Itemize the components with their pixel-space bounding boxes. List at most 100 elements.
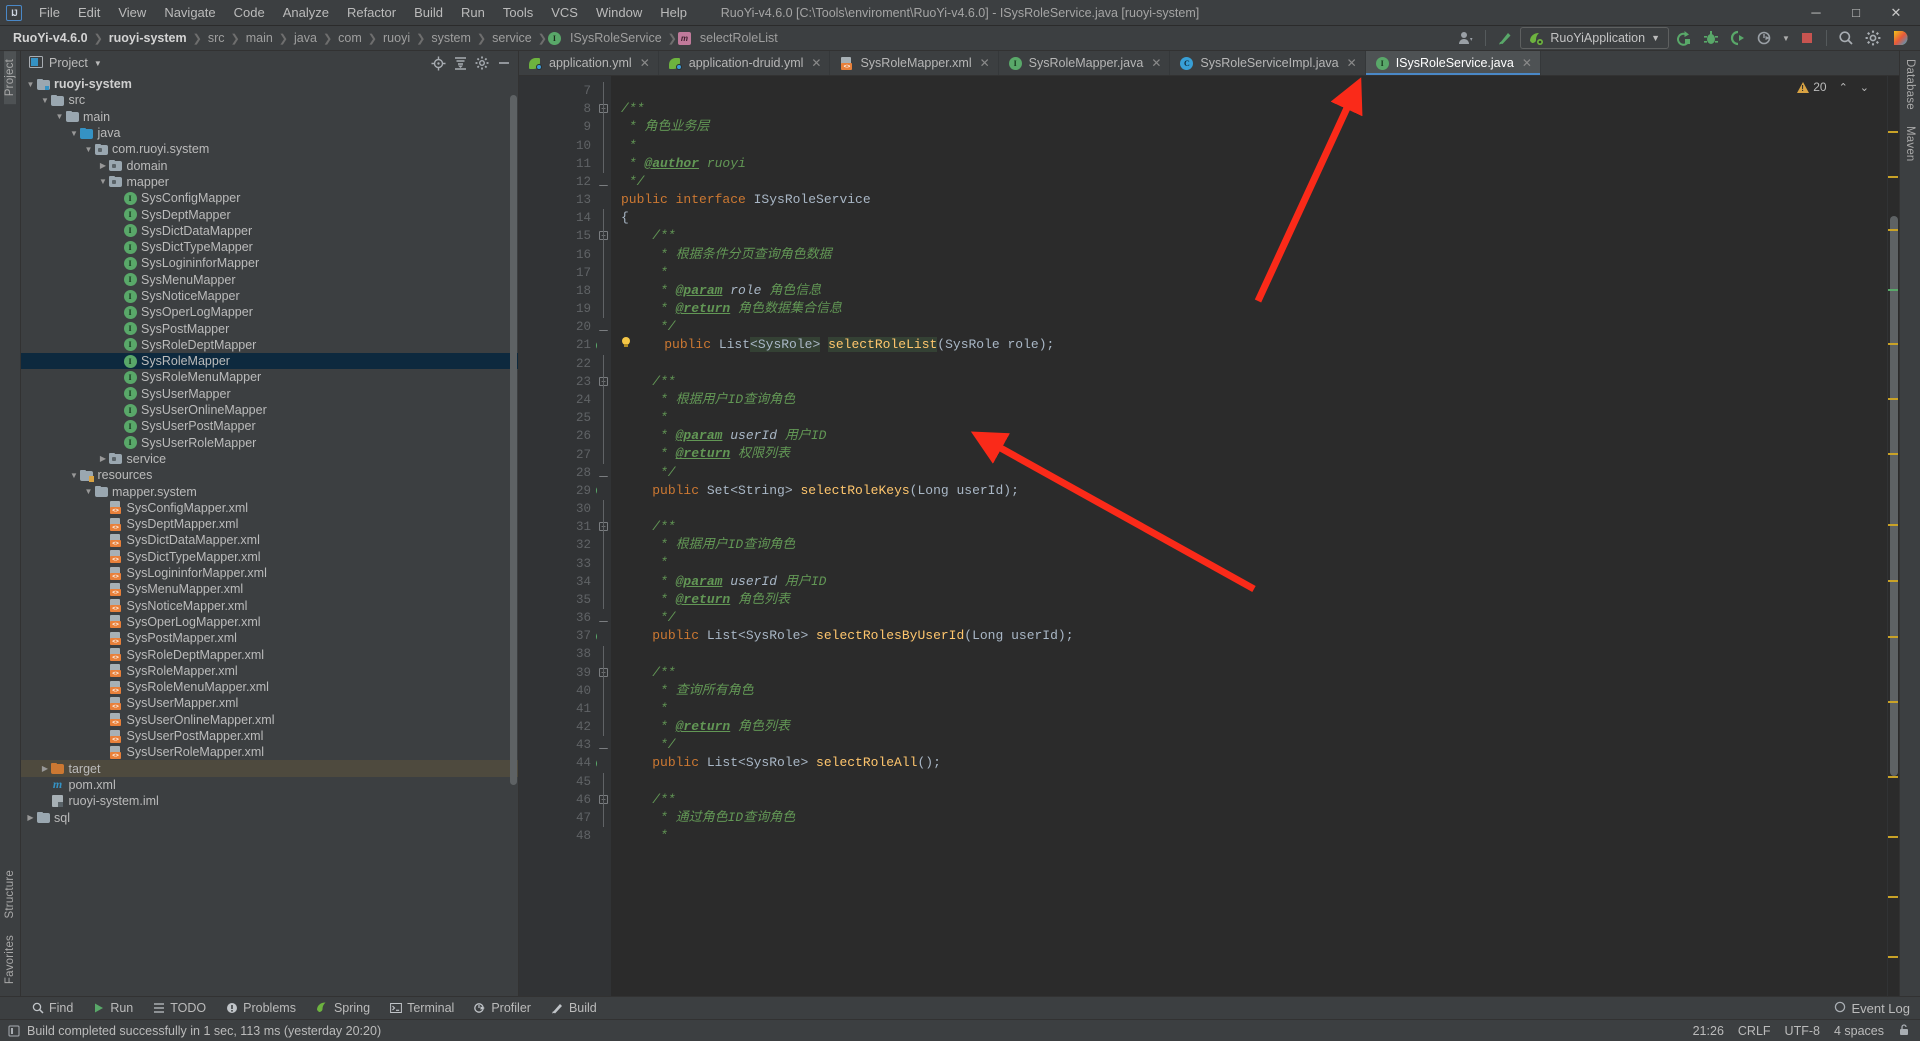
tool-window-button-problems[interactable]: Problems — [216, 999, 306, 1017]
breadcrumb-item-ruoyi[interactable]: ruoyi — [378, 29, 415, 47]
gutter-line[interactable]: 27 — [519, 445, 597, 463]
project-scrollbar[interactable] — [510, 95, 517, 785]
tool-window-button-todo[interactable]: TODO — [143, 999, 216, 1017]
chevron-down-icon[interactable]: ▼ — [69, 471, 80, 480]
menu-item-tools[interactable]: Tools — [494, 2, 542, 23]
tree-node[interactable]: I SysUserPostMapper — [21, 418, 518, 434]
gutter-line[interactable]: 8 — [519, 100, 597, 118]
tree-node[interactable]: ▼ ruoyi-system — [21, 76, 518, 92]
chevron-down-icon[interactable]: ▼ — [69, 129, 80, 138]
run-coverage-icon[interactable] — [1726, 27, 1750, 49]
gutter-line[interactable]: 26 — [519, 427, 597, 445]
tree-node[interactable]: I SysConfigMapper — [21, 190, 518, 206]
rail-button-structure[interactable]: Structure — [4, 862, 16, 926]
code-line[interactable]: /** — [621, 373, 1887, 391]
chevron-right-icon[interactable]: ▶ — [98, 161, 109, 170]
breadcrumb-item-ruoyi-v4-6-0[interactable]: RuoYi-v4.6.0 — [8, 29, 93, 47]
code-line[interactable]: */ — [621, 464, 1887, 482]
tree-node[interactable]: I SysDeptMapper — [21, 206, 518, 222]
tree-node[interactable]: ▶ service — [21, 451, 518, 467]
editor-tab-sysrolemapper-java[interactable]: I SysRoleMapper.java ✕ — [999, 51, 1171, 75]
gutter-line[interactable]: 38 — [519, 645, 597, 663]
chevron-down-icon[interactable]: ▼ — [25, 80, 36, 89]
line-separator[interactable]: CRLF — [1738, 1024, 1771, 1038]
tree-node[interactable]: I SysPostMapper — [21, 320, 518, 336]
code-line[interactable]: */ — [621, 609, 1887, 627]
code-line[interactable]: * 根据用户ID查询角色 — [621, 536, 1887, 554]
maximize-button[interactable]: □ — [1836, 0, 1876, 25]
close-tab-icon[interactable]: ✕ — [640, 56, 650, 70]
collapse-all-icon[interactable] — [450, 53, 470, 73]
code-line[interactable]: * @return 角色列表 — [621, 591, 1887, 609]
fold-end-icon[interactable] — [599, 468, 608, 477]
breadcrumb-item-main[interactable]: main — [241, 29, 278, 47]
inspection-widget[interactable]: 20 ⌃ ⌄ — [1797, 80, 1869, 94]
gutter-line[interactable]: 36 — [519, 609, 597, 627]
locate-file-icon[interactable] — [428, 53, 448, 73]
code-line[interactable]: * @author ruoyi — [621, 155, 1887, 173]
menu-item-run[interactable]: Run — [452, 2, 494, 23]
code-line[interactable]: * @return 角色列表 — [621, 718, 1887, 736]
gutter-line[interactable]: 33 — [519, 554, 597, 572]
tree-node[interactable]: m pom.xml — [21, 777, 518, 793]
editor-tab-sysrolemapper-xml[interactable]: <> SysRoleMapper.xml ✕ — [830, 51, 999, 75]
code-line[interactable]: public List<SysRole> selectRoleList(SysR… — [621, 336, 1887, 354]
code-line[interactable]: * 根据条件分页查询角色数据 — [621, 246, 1887, 264]
ide-badge-icon[interactable] — [1888, 27, 1912, 49]
code-line[interactable]: /** — [621, 100, 1887, 118]
editor-tab-application-yml[interactable]: application.yml ✕ — [519, 51, 659, 75]
code-line[interactable] — [621, 82, 1887, 100]
code-line[interactable]: /** — [621, 518, 1887, 536]
code-line[interactable]: * @return 权限列表 — [621, 445, 1887, 463]
minimize-button[interactable]: ─ — [1796, 0, 1836, 25]
debug-icon[interactable] — [1699, 27, 1723, 49]
close-tab-icon[interactable]: ✕ — [811, 56, 821, 70]
gutter-line[interactable]: 9 — [519, 118, 597, 136]
search-everywhere-icon[interactable] — [1834, 27, 1858, 49]
tree-node[interactable]: I SysOperLogMapper — [21, 304, 518, 320]
tree-node[interactable]: I SysLogininforMapper — [21, 255, 518, 271]
gutter-line[interactable]: 12 — [519, 173, 597, 191]
tree-node[interactable]: <> SysRoleMapper.xml — [21, 663, 518, 679]
tree-node[interactable]: ▼ mapper.system — [21, 483, 518, 499]
tool-window-button-spring[interactable]: Spring — [306, 999, 380, 1017]
chevron-down-icon[interactable]: ▼ — [40, 96, 51, 105]
tree-node[interactable]: I SysRoleMenuMapper — [21, 369, 518, 385]
tool-window-button-find[interactable]: Find — [22, 999, 83, 1017]
gutter-line[interactable]: 15 — [519, 227, 597, 245]
tool-window-button-profiler[interactable]: Profiler — [464, 999, 541, 1017]
code-line[interactable] — [621, 645, 1887, 663]
breadcrumb-item-src[interactable]: src — [203, 29, 230, 47]
gutter-line[interactable]: 39 — [519, 664, 597, 682]
code-folding-column[interactable]: − − − − − − — [597, 76, 611, 996]
gutter-line[interactable]: 42 — [519, 718, 597, 736]
lock-icon[interactable] — [1898, 1023, 1910, 1039]
gutter-line[interactable]: 43 — [519, 736, 597, 754]
tree-node[interactable]: <> SysDictDataMapper.xml — [21, 532, 518, 548]
code-line[interactable]: * @param userId 用户ID — [621, 427, 1887, 445]
tree-node[interactable]: ▼ resources — [21, 467, 518, 483]
chevron-down-icon[interactable]: ▼ — [54, 112, 65, 121]
code-line[interactable]: * — [621, 409, 1887, 427]
tree-node[interactable]: <> SysNoticeMapper.xml — [21, 598, 518, 614]
code-line[interactable]: public List<SysRole> selectRoleAll(); — [621, 754, 1887, 772]
user-icon[interactable] — [1454, 27, 1478, 49]
tree-node[interactable]: <> SysUserMapper.xml — [21, 695, 518, 711]
breadcrumb-item-service[interactable]: service — [487, 29, 537, 47]
code-line[interactable]: * — [621, 700, 1887, 718]
tree-node[interactable]: I SysRoleDeptMapper — [21, 337, 518, 353]
menu-item-refactor[interactable]: Refactor — [338, 2, 405, 23]
tree-node[interactable]: ▶ domain — [21, 157, 518, 173]
caret-position[interactable]: 21:26 — [1693, 1024, 1724, 1038]
code-line[interactable] — [621, 773, 1887, 791]
menu-item-view[interactable]: View — [109, 2, 155, 23]
tree-node[interactable]: <> SysUserRoleMapper.xml — [21, 744, 518, 760]
stop-icon[interactable] — [1795, 27, 1819, 49]
gutter-line[interactable]: 21O↓ — [519, 336, 613, 354]
gutter-line[interactable]: 29O↓ — [519, 482, 613, 500]
code-line[interactable]: * @return 角色数据集合信息 — [621, 300, 1887, 318]
menu-item-window[interactable]: Window — [587, 2, 651, 23]
gutter-line[interactable]: 47 — [519, 809, 597, 827]
tool-window-button-build[interactable]: Build — [541, 999, 607, 1017]
next-problem-icon[interactable]: ⌄ — [1852, 81, 1869, 94]
